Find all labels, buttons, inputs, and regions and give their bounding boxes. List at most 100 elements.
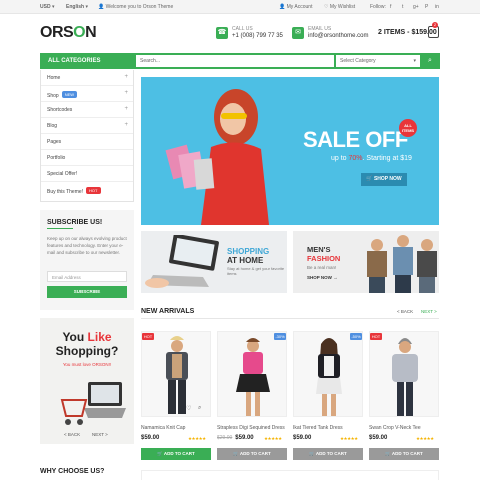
discount-badge: -30% — [274, 333, 286, 340]
logo-text-o: O — [73, 24, 86, 41]
why-choose-us-title: WHY CHOOSE US? — [40, 468, 105, 475]
product-card[interactable] — [217, 331, 287, 417]
rating-stars: ★★★★★ — [264, 436, 282, 441]
hot-badge: HOT — [142, 333, 154, 340]
menu-item-blog[interactable]: Blog + — [41, 118, 133, 134]
promo-back-button[interactable]: < BACK — [64, 432, 80, 437]
product-card[interactable] — [369, 331, 439, 417]
discount-badge: -50% — [350, 333, 362, 340]
shopping-at-home-banner[interactable]: SHOPPING AT HOME Stay at home & get your… — [141, 231, 287, 293]
top-bar: USD ▾ English ▾ 👤 Welcome you to Orson T… — [0, 0, 480, 14]
menu-label: Blog — [47, 123, 58, 129]
promo-line1: You Like — [40, 330, 134, 344]
fashion-text: Be a real man! — [307, 265, 337, 270]
rating-stars: ★★★★★ — [188, 436, 206, 441]
add-to-cart-button[interactable]: 🛒 ADD TO CART — [217, 448, 287, 460]
logo[interactable]: ORSON — [40, 24, 97, 42]
category-select[interactable]: Select Category ▾ — [336, 55, 420, 67]
arrivals-next-button[interactable]: NEXT > — [421, 309, 437, 314]
search-button[interactable]: ⌕ — [422, 55, 438, 67]
menu-item-home[interactable]: Home + — [41, 70, 133, 86]
twitter-icon[interactable]: t — [402, 4, 403, 10]
currency-label: USD — [40, 4, 51, 10]
wishlist-heart-icon[interactable]: ♡ — [186, 405, 191, 412]
menu-item-buy-theme[interactable]: Buy this Theme! HOT — [41, 182, 133, 198]
add-to-cart-label: ADD TO CART — [315, 451, 347, 456]
fashion-shop-now-label: SHOP NOW — [307, 275, 332, 280]
subtitle-suffix: . Starting at $19 — [362, 155, 412, 162]
product-name[interactable]: Strapless Digi Sequined Dress — [217, 425, 285, 431]
search-input[interactable]: Search... — [136, 55, 334, 67]
hero-banner[interactable]: SALE OFF ALL ITEMS up to 70%. Starting a… — [141, 77, 439, 225]
shop-now-button[interactable]: 🛒 SHOP NOW — [361, 173, 407, 186]
product-price: $59.00 — [369, 435, 388, 441]
email-field[interactable]: Email Address — [47, 271, 127, 282]
menu-item-shortcodes[interactable]: Shortcodes + — [41, 102, 133, 118]
shopping-text: Stay at home & get your favorite items — [227, 266, 285, 276]
subtitle-percent: 70% — [348, 155, 363, 162]
call-value: +1 (008) 799 77 35 — [232, 33, 283, 39]
subscribe-button-label: SUBSCRIBE — [73, 289, 101, 294]
product-image — [236, 338, 270, 416]
facebook-icon[interactable]: f — [390, 4, 391, 10]
zoom-icon[interactable]: ⌕ — [198, 405, 201, 412]
menu-item-special-offer[interactable]: Special Offer! — [41, 166, 133, 182]
menu-item-shop[interactable]: Shop NEW + — [41, 86, 133, 102]
my-account-link[interactable]: 👤 My Account — [279, 4, 312, 10]
mens-title: MEN'S — [307, 245, 331, 254]
googleplus-icon[interactable]: g+ — [413, 4, 419, 10]
fashion-shop-now-link[interactable]: SHOP NOW → — [307, 275, 338, 280]
subscribe-title: SUBSCRIBE US! — [47, 219, 103, 226]
arrivals-back-button[interactable]: < BACK — [397, 309, 413, 314]
welcome-text: 👤 Welcome you to Orson Theme — [98, 4, 173, 10]
wishlist-label: My Wishlist — [329, 4, 356, 10]
language-selector[interactable]: English ▾ — [66, 4, 88, 10]
product-card[interactable] — [293, 331, 363, 417]
add-to-cart-label: ADD TO CART — [163, 451, 195, 456]
product-name[interactable]: Namamica Knit Cap — [141, 425, 185, 431]
sale-off-title: SALE OFF — [303, 127, 408, 152]
add-to-cart-button[interactable]: 🛒 ADD TO CART — [369, 448, 439, 460]
hero-subtitle: up to 70%. Starting at $19 — [331, 155, 412, 162]
menu-label: Home — [47, 75, 61, 81]
wishlist-link[interactable]: ♡ My Wishlist — [324, 4, 355, 10]
hot-badge: HOT — [370, 333, 382, 340]
promo-line2: Shopping? — [55, 344, 119, 358]
plus-icon: + — [124, 106, 128, 112]
currency-selector[interactable]: USD ▾ — [40, 4, 54, 10]
call-label: CALL US — [232, 26, 253, 32]
product-name[interactable]: Ikat Tiered Tank Dress — [293, 425, 343, 431]
all-items-badge: ALL ITEMS — [399, 119, 417, 137]
category-select-label: Select Category — [340, 58, 376, 64]
menu-label: Special Offer! — [47, 171, 78, 177]
promo-box[interactable]: You Like Shopping? You must love ORSON!!… — [40, 318, 134, 444]
menu-label: Pages — [47, 139, 62, 145]
user-icon: 👤 — [98, 4, 105, 10]
section-divider — [141, 318, 439, 319]
mens-fashion-banner[interactable]: MEN'S FASHION Be a real man! SHOP NOW → — [293, 231, 439, 293]
menu-label: Shop — [47, 93, 59, 99]
subscribe-text: Keep up on our always evolving product f… — [47, 236, 127, 255]
linkedin-icon[interactable]: in — [435, 4, 439, 10]
product-name[interactable]: Swan Crop V-Neck Tee — [369, 425, 421, 431]
promo-next-button[interactable]: NEXT > — [92, 432, 108, 437]
menu-item-portfolio[interactable]: Portfolio — [41, 150, 133, 166]
logo-text-b: N — [85, 24, 97, 41]
cart-icon: 🛒 — [366, 176, 374, 182]
plus-icon: + — [124, 122, 128, 128]
category-menu: Home + Shop NEW + Shortcodes + Blog + Pages P… — [40, 70, 134, 202]
shopping-title: SHOPPING — [227, 247, 270, 256]
phone-icon: ☎ — [216, 27, 228, 39]
subscribe-button[interactable]: SUBSCRIBE — [47, 286, 127, 298]
all-categories-button[interactable]: ALL CATEGORIES — [48, 58, 100, 64]
pinterest-icon[interactable]: P — [425, 4, 428, 10]
product-image — [392, 338, 418, 416]
subtitle-prefix: up to — [331, 155, 349, 162]
add-to-cart-button[interactable]: 🛒 ADD TO CART — [293, 448, 363, 460]
logo-text-a: ORS — [40, 24, 74, 41]
menu-item-pages[interactable]: Pages — [41, 134, 133, 150]
shop-now-label: SHOP NOW — [373, 176, 402, 182]
add-to-cart-button[interactable]: 🛒 ADD TO CART — [141, 448, 211, 460]
title-underline — [47, 228, 73, 229]
product-price: $59.00 — [293, 435, 312, 441]
